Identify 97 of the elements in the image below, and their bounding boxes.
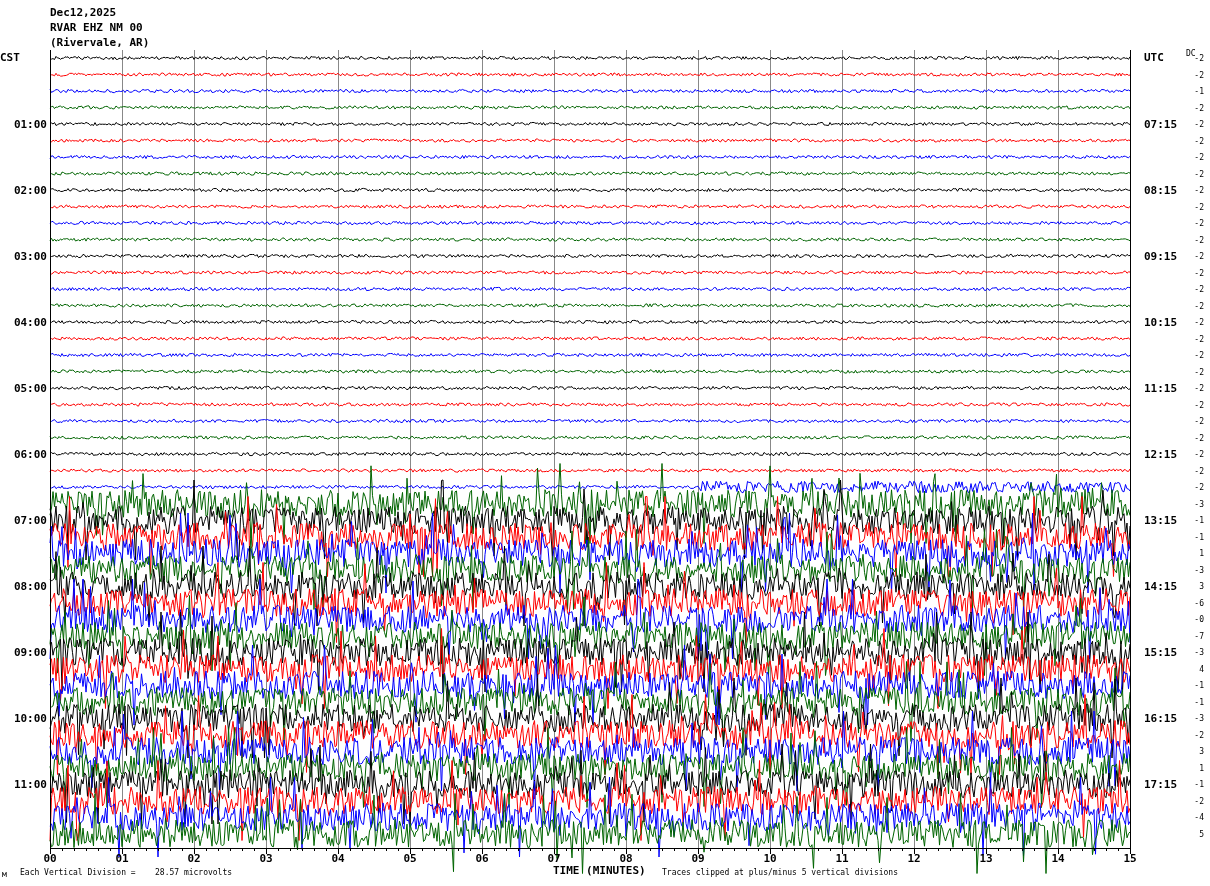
minute-tick-label: 04 bbox=[331, 852, 345, 865]
dc-offset-label: -2 bbox=[1194, 136, 1204, 146]
minute-tick-label: 01 bbox=[115, 852, 129, 865]
dc-offset-label: -6 bbox=[1194, 598, 1204, 608]
hour-label: 17:15 bbox=[1144, 778, 1178, 791]
dc-offset-label: -2 bbox=[1194, 103, 1204, 113]
dc-offset-label: -1 bbox=[1194, 697, 1204, 707]
timezone-label: CST bbox=[0, 51, 20, 64]
dc-offset-label: -2 bbox=[1194, 334, 1204, 344]
dc-offset-label: -1 bbox=[1194, 681, 1204, 690]
dc-offset-label: -2 bbox=[1194, 384, 1204, 393]
hour-label: 09:15 bbox=[1144, 250, 1178, 263]
scale-value: 28.57 microvolts bbox=[155, 868, 233, 877]
dc-offset-label: -2 bbox=[1194, 252, 1204, 261]
minute-tick-label: 13 bbox=[979, 852, 993, 865]
minute-tick-label: 12 bbox=[907, 852, 921, 865]
hour-label: 08:15 bbox=[1144, 184, 1178, 197]
dc-offset-label: -2 bbox=[1194, 450, 1204, 459]
dc-offset-label: -2 bbox=[1194, 400, 1204, 410]
dc-offset-label: -2 bbox=[1194, 235, 1204, 245]
hour-label: 08:00 bbox=[13, 580, 47, 593]
minute-tick-label: 06 bbox=[475, 852, 489, 865]
minute-tick-label: 05 bbox=[403, 852, 417, 865]
dc-offset-label: -2 bbox=[1194, 120, 1204, 129]
dc-offset-label: -4 bbox=[1194, 813, 1204, 822]
hour-label: 11:00 bbox=[13, 778, 47, 791]
hour-label: 12:15 bbox=[1144, 448, 1178, 461]
dc-offset-label: -2 bbox=[1194, 70, 1204, 80]
dc-offset-label: 1 bbox=[1199, 763, 1204, 773]
axis-title: TIME (MINUTES) bbox=[553, 864, 646, 877]
dc-offset-label: -2 bbox=[1194, 483, 1204, 492]
dc-offset-label: -2 bbox=[1194, 285, 1204, 294]
hour-label: 06:00 bbox=[13, 448, 47, 461]
hour-label: 10:00 bbox=[13, 712, 47, 725]
hour-label: 01:00 bbox=[13, 118, 47, 131]
hour-label: 04:00 bbox=[13, 316, 47, 329]
timezone-label: UTC bbox=[1144, 51, 1164, 64]
station-label: RVAR EHZ NM 00 bbox=[50, 21, 143, 34]
dc-offset-label: 4 bbox=[1199, 664, 1204, 674]
dc-offset-label: -1 bbox=[1194, 532, 1204, 542]
dc-offset-label: -3 bbox=[1194, 565, 1204, 575]
dc-offset-label: -2 bbox=[1194, 796, 1204, 806]
dc-offset-label: 1 bbox=[1199, 549, 1204, 558]
hour-label: 13:15 bbox=[1144, 514, 1178, 527]
dc-offset-label: -0 bbox=[1194, 615, 1204, 624]
dc-offset-label: -2 bbox=[1194, 169, 1204, 179]
hour-label: 10:15 bbox=[1144, 316, 1178, 329]
dc-offset-label: -2 bbox=[1194, 417, 1204, 426]
date-label: Dec12,2025 bbox=[50, 6, 117, 19]
dc-offset-label: -2 bbox=[1194, 54, 1204, 63]
minute-tick-label: 00 bbox=[43, 852, 57, 865]
dc-offset-label: -2 bbox=[1194, 730, 1204, 740]
dc-offset-label: -7 bbox=[1194, 631, 1204, 641]
footer-mark: м bbox=[2, 870, 7, 879]
minute-tick-label: 14 bbox=[1051, 852, 1065, 865]
hour-label: 16:15 bbox=[1144, 712, 1178, 725]
dc-offset-label: -2 bbox=[1194, 219, 1204, 228]
dc-offset-label: -2 bbox=[1194, 351, 1204, 360]
minute-tick-label: 07 bbox=[547, 852, 561, 865]
dc-heading: DC bbox=[1186, 49, 1196, 58]
hour-label: 02:00 bbox=[13, 184, 47, 197]
clip-note: Traces clipped at plus/minus 5 vertical divisions bbox=[662, 868, 898, 877]
dc-offset-label: -2 bbox=[1194, 186, 1204, 195]
dc-offset-label: -3 bbox=[1194, 499, 1204, 509]
minute-tick-label: 02 bbox=[187, 852, 201, 865]
dc-offset-label: -2 bbox=[1194, 202, 1204, 212]
hour-label: 11:15 bbox=[1144, 382, 1178, 395]
minute-tick-label: 03 bbox=[259, 852, 273, 865]
dc-offset-label: -3 bbox=[1194, 714, 1204, 723]
dc-offset-label: 3 bbox=[1199, 582, 1204, 591]
dc-offset-label: -1 bbox=[1194, 516, 1204, 525]
hour-label: 14:15 bbox=[1144, 580, 1178, 593]
dc-offset-label: -2 bbox=[1194, 433, 1204, 443]
dc-offset-label: -1 bbox=[1194, 87, 1204, 96]
minute-tick-label: 11 bbox=[835, 852, 849, 865]
scale-label: Each Vertical Division = bbox=[20, 868, 136, 877]
dc-offset-label: -3 bbox=[1194, 648, 1204, 657]
minute-tick-label: 15 bbox=[1123, 852, 1137, 865]
dc-offset-label: -2 bbox=[1194, 367, 1204, 377]
hour-label: 15:15 bbox=[1144, 646, 1178, 659]
hour-label: 09:00 bbox=[13, 646, 47, 659]
dc-offset-label: -2 bbox=[1194, 318, 1204, 327]
hour-label: 03:00 bbox=[13, 250, 47, 263]
dc-offset-label: -2 bbox=[1194, 466, 1204, 476]
hour-label: 07:00 bbox=[13, 514, 47, 527]
dc-offset-label: 5 bbox=[1199, 829, 1204, 839]
hour-label: 07:15 bbox=[1144, 118, 1178, 131]
minute-tick-label: 09 bbox=[691, 852, 705, 865]
dc-offset-label: -2 bbox=[1194, 301, 1204, 311]
dc-offset-label: 3 bbox=[1199, 747, 1204, 756]
dc-offset-label: -2 bbox=[1194, 268, 1204, 278]
minute-tick-label: 10 bbox=[763, 852, 777, 865]
location-label: (Rivervale, AR) bbox=[50, 36, 150, 49]
dc-offset-label: -2 bbox=[1194, 153, 1204, 162]
minute-tick-label: 08 bbox=[619, 852, 633, 865]
hour-label: 05:00 bbox=[13, 382, 47, 395]
dc-offset-label: -1 bbox=[1194, 780, 1204, 789]
